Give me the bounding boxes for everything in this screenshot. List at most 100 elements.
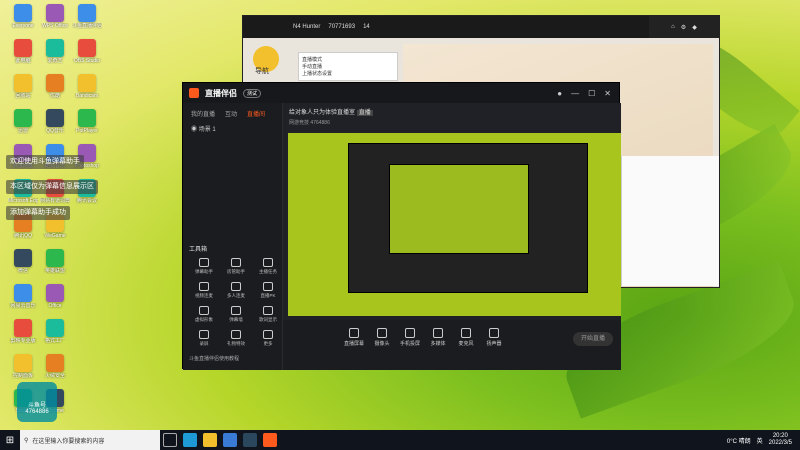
tool-record[interactable]: 录屏 [191,330,217,354]
tool-wall[interactable]: 弹幕墙 [223,306,249,330]
menu-item[interactable]: 直播模式 [302,56,394,63]
steam-icon[interactable] [243,433,257,447]
menu-item[interactable]: 手动直播 [302,63,394,70]
douyu-icon[interactable] [263,433,277,447]
gear-icon[interactable]: ⚙ [681,24,686,31]
desktop-icon[interactable]: Bandicam [72,74,102,106]
streaming-app-window[interactable]: 直播伴侣 测试 ● — ☐ ✕ 我的直播 互动 直播间 ◉ 场景 1 工具箱 弹… [182,82,621,370]
app-icon [46,249,64,267]
task-view-icon[interactable] [163,433,177,447]
more-icon [263,330,273,339]
minimize-icon[interactable]: — [571,89,579,98]
toolbar-button[interactable]: 直播屏幕 [343,328,365,347]
ime-indicator[interactable]: 英 [757,436,763,445]
desktop-icon[interactable]: 此电脑 [8,39,38,71]
room-id: 70771693 [328,24,356,30]
category-label[interactable]: 网游竞技 [289,120,309,126]
explorer-icon[interactable] [203,433,217,447]
tab-my-live[interactable]: 我的直播 [191,109,215,118]
desktop-icon[interactable]: OBS Studio [72,39,102,71]
danmu-notice: 欢迎使用斗鱼弹幕助手 [6,155,84,169]
desktop-icon[interactable]: 格式工厂 [40,319,70,351]
search-placeholder: 在这里输入你要搜索的内容 [32,438,105,445]
edge-icon[interactable] [183,433,197,447]
user-level: 14 [363,24,370,30]
desktop-icon-label: 此电脑 [15,58,31,64]
maximize-icon[interactable]: ☐ [588,89,595,98]
desktop-icon-label: 腾讯QQ [14,233,32,239]
desktop-icon[interactable]: Everyone [8,4,38,36]
start-icon[interactable]: ⊞ [0,435,20,446]
desktop-icon-label: 斗鱼直播伴侣 [72,23,102,29]
nav-label[interactable]: 导航 [255,66,269,76]
app-icon [46,39,64,57]
desktop-icon[interactable]: 网易云音乐 [8,284,38,316]
tool-gift[interactable]: 礼物特效 [223,330,249,354]
toolbar-label: 麦克风 [458,341,474,347]
tab-room[interactable]: 直播间 [247,109,265,118]
tool-video-link[interactable]: 视频连麦 [191,282,217,306]
start-live-button[interactable]: 开始直播 [573,332,613,346]
desktop-icon[interactable]: 回收站 [8,74,38,106]
toolbar-label: 扬声器 [486,341,502,347]
app-icon [46,319,64,337]
home-icon[interactable]: ⌂ [671,24,675,30]
taskbar: ⊞ ⚲ 在这里输入你要搜索的内容 0°C 晴朗 英 20:20 2022/3/5 [0,430,800,450]
stream-preview[interactable] [288,133,621,316]
user-avatar[interactable]: ● [557,89,562,98]
desktop-icon[interactable]: 优酷 [40,74,70,106]
dropdown-menu[interactable]: 直播模式 手动直播 上播状态设置 [298,52,398,81]
app-icon [14,249,32,267]
toolbar-button[interactable]: 多媒体 [427,328,449,347]
toolbar-button[interactable]: 手机投屏 [399,328,421,347]
store-icon[interactable] [223,433,237,447]
toolbox-header: 工具箱 [189,247,208,253]
app-icon [14,4,32,22]
desktop-icon[interactable]: 剪映专业版 [8,319,38,351]
toolbar-button[interactable]: 扬声器 [483,328,505,347]
tool-label: 更多 [263,341,273,346]
desktop-icon-label: 回收站 [15,93,31,99]
taskbar-search[interactable]: ⚲ 在这里输入你要搜索的内容 [20,430,160,450]
tool-multi-link[interactable]: 多人连麦 [223,282,249,306]
tool-label: 多人连麦 [227,293,245,298]
clock-time[interactable]: 20:20 [769,433,792,440]
tool-more[interactable]: 更多 [255,330,281,354]
weather-text[interactable]: 0°C 晴朗 [727,436,751,445]
tool-avatar[interactable]: 虚拟形象 [191,306,217,330]
menu-item[interactable]: 上播状态设置 [302,70,394,77]
desktop-icon[interactable]: 英雄联盟 [40,249,70,281]
desktop-icon[interactable]: QQ音乐 [40,109,70,141]
tool-task[interactable]: 主播任务 [255,258,281,282]
toolbar-icon [377,328,387,338]
desktop-icon[interactable]: WPS Office [40,4,70,36]
tool-admin[interactable]: 房管助手 [223,258,249,282]
eye-icon[interactable]: ◉ [191,127,197,133]
tool-pk[interactable]: 直播PK [255,282,281,306]
desktop-icon-label: OBS Studio [73,58,101,64]
desktop-icon[interactable]: Office [40,284,70,316]
tool-label: 房管助手 [227,269,245,274]
app-icon [46,74,64,92]
room-title: 给对象人只为体验直播室 [289,110,356,116]
scene-row[interactable]: ◉ 场景 1 [183,124,282,133]
desktop-icon[interactable]: 迅雷 [8,109,38,141]
toolbar-button[interactable]: 麦克风 [455,328,477,347]
desktop-icon-label: Office [48,303,62,309]
desktop-icon[interactable]: PotPlayer [72,109,102,141]
desktop-icon[interactable]: 微信 [8,249,38,281]
tab-interact[interactable]: 互动 [225,109,237,118]
close-icon[interactable]: ✕ [604,89,611,98]
desktop-icon-label: Bandicam [75,93,99,99]
app-icon [14,284,32,302]
toolbar-button[interactable]: 摄像头 [371,328,393,347]
tool-danmu[interactable]: 弹幕助手 [191,258,217,282]
desktop-icon[interactable]: 斗鱼直播伴侣 [72,4,102,36]
scene-label[interactable]: 场景 1 [199,127,216,133]
desktop-icon[interactable]: 爱奇艺 [40,39,70,71]
desktop-icon-label: WPS Office [42,23,68,29]
game-icon[interactable]: ◆ [692,24,697,31]
tool-label: 礼物特效 [227,341,245,346]
clock-date[interactable]: 2022/3/5 [769,440,792,447]
tool-lyrics[interactable]: 歌词显示 [255,306,281,330]
